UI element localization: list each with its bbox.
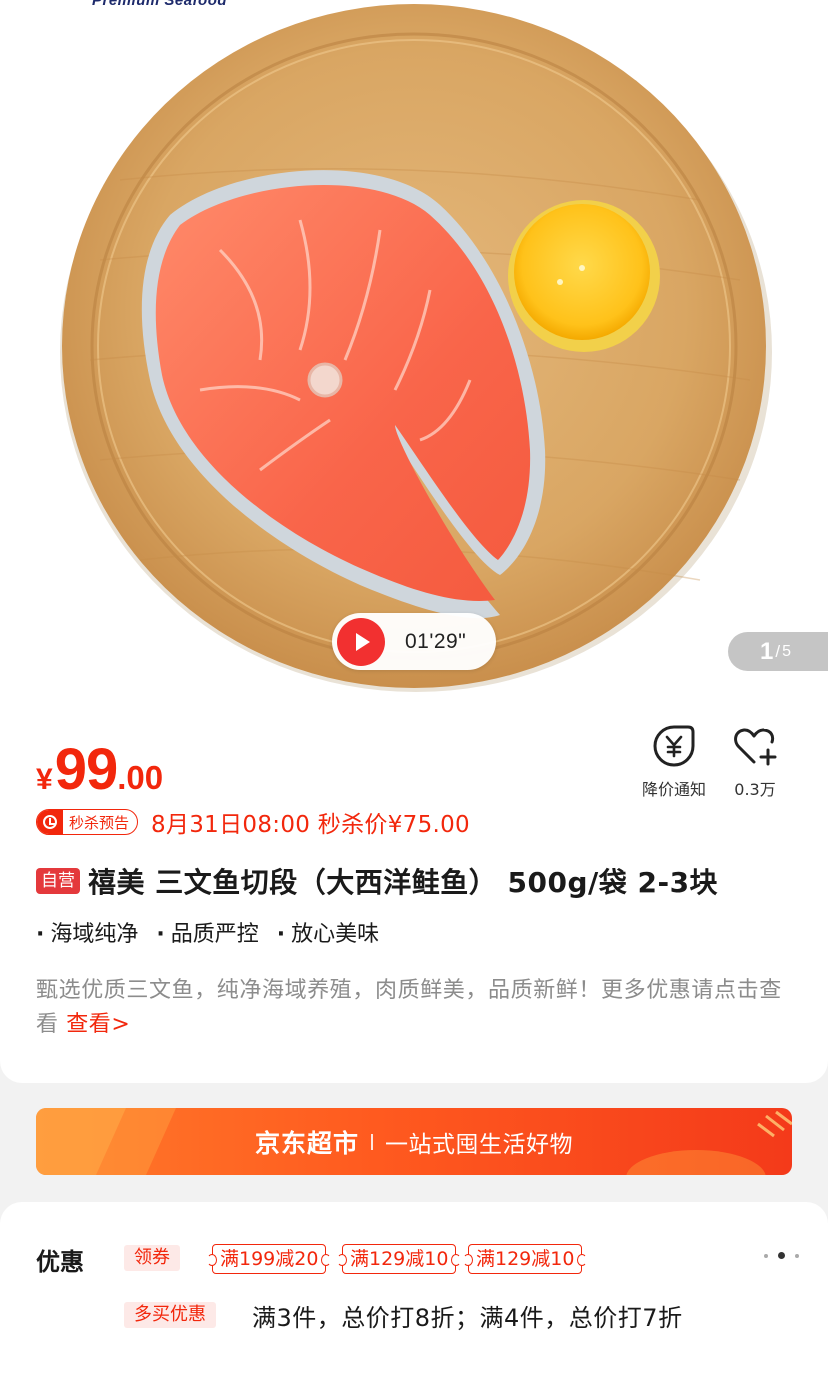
seckill-badge: 秒杀预告 [36,809,139,835]
product-title: 禧美 三文鱼切段（大西洋鲑鱼） 500g/袋 2-3块 [88,866,719,899]
product-info-card: ¥ 99 .00 降价通知 0.3万 秒杀预告 8月31日08:00 秒杀价¥7… [0,706,828,1083]
feature-item: 放心美味 [277,916,379,948]
feature-item: 品质严控 [156,916,259,948]
yen-bell-icon [653,725,695,767]
image-page-indicator: 1 / 5 [728,632,828,671]
page-total: 5 [782,642,791,660]
multi-buy-tag: 多买优惠 [124,1302,216,1328]
heart-plus-icon [734,728,777,766]
favorite-button[interactable]: 0.3万 [732,724,778,800]
jd-supermarket-banner[interactable]: 京东超市 一站式囤生活好物 [36,1108,792,1175]
product-description: 甄选优质三文鱼，纯净海域养殖，肉质鲜美，品质新鲜！更多优惠请点击查看 查看> [36,974,796,1042]
price-currency-symbol: ¥ [36,763,53,796]
self-operated-tag: 自营 [36,868,80,894]
product-photo [60,4,772,692]
price-drop-notify-button[interactable]: 降价通知 [642,724,706,800]
feature-item: 海域纯净 [36,916,138,948]
price-decimal: .00 [117,759,164,796]
view-more-link[interactable]: 查看> [66,1012,130,1037]
brand-watermark-text: Premium Seafood [92,0,228,9]
coupon-tag: 领券 [124,1245,180,1271]
promotions-heading: 优惠 [36,1248,84,1276]
coupon-item[interactable]: 满199减20 [206,1244,332,1274]
banner-divider [371,1133,373,1150]
price-drop-notify-label: 降价通知 [642,780,707,799]
price-integer: 99 [54,737,119,802]
more-dots-icon[interactable] [759,1252,804,1259]
coupon-item[interactable]: 满129减10 [336,1244,462,1274]
seckill-badge-label: 秒杀预告 [69,813,130,832]
banner-title: 京东超市 [254,1128,359,1158]
page-current: 1 [760,637,774,665]
description-text: 甄选优质三文鱼，纯净海域养殖，肉质鲜美，品质新鲜！更多优惠请点击查看 [36,978,782,1037]
product-image-gallery[interactable]: Premium Seafood 01'29" 1 / 5 [0,0,828,708]
coupon-item[interactable]: 满129减10 [462,1244,588,1274]
video-duration: 01'29" [405,629,467,653]
banner-content: 京东超市 一站式囤生活好物 [36,1108,792,1175]
product-title-row: 自营 禧美 三文鱼切段（大西洋鲑鱼） 500g/袋 2-3块 [36,861,796,901]
page-separator: / [775,641,781,661]
seckill-preview: 秒杀预告 8月31日08:00 秒杀价¥75.00 [36,805,470,839]
multi-buy-text: 满3件，总价打8折；满4件，总价打7折 [252,1304,683,1332]
product-features: 海域纯净 品质严控 放心美味 [36,916,397,948]
product-price: ¥ 99 .00 [36,736,163,803]
banner-subtitle: 一站式囤生活好物 [385,1131,573,1158]
play-icon[interactable] [337,617,385,666]
seckill-time-price: 8月31日08:00 秒杀价¥75.00 [151,812,470,838]
promotions-card[interactable]: 优惠 领券 满199减20 满129减10 满129减10 多买优惠 满3件，总… [0,1202,828,1382]
favorite-count: 0.3万 [734,780,776,799]
video-play-button[interactable]: 01'29" [332,613,496,670]
alarm-clock-icon [37,810,63,834]
